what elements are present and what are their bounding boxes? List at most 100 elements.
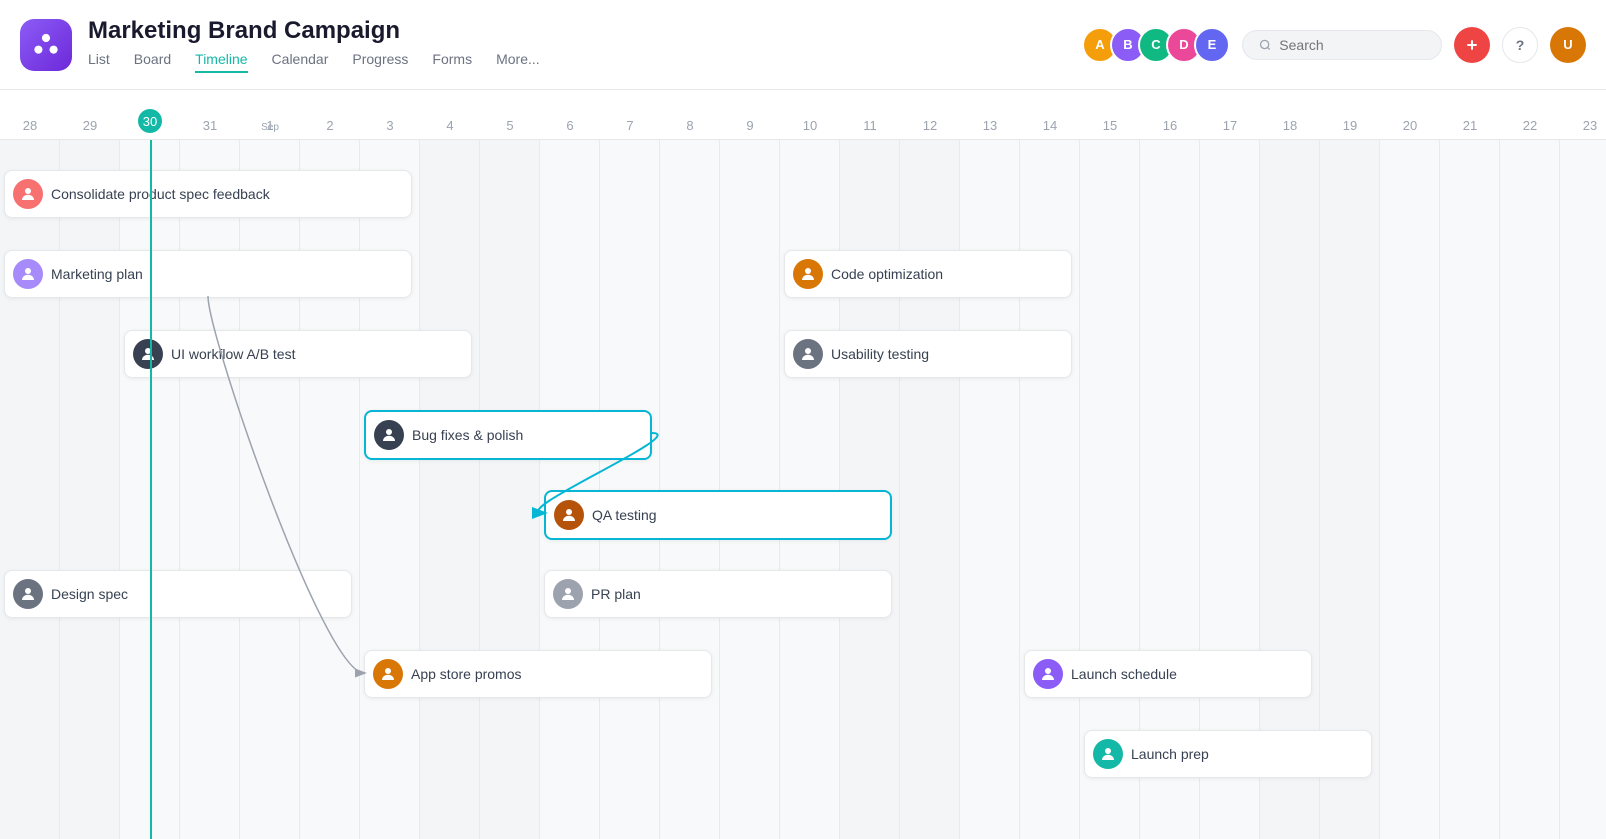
task-card-t4[interactable]: Bug fixes & polish [364,410,652,460]
grid-col-1 [60,140,120,839]
nav-tab-board[interactable]: Board [134,51,171,73]
grid-col-0 [0,140,60,839]
task-avatar-t11 [1033,659,1063,689]
task-avatar-t7 [793,339,823,369]
asana-icon [32,31,60,59]
grid-col-15 [900,140,960,839]
task-card-t3[interactable]: UI workflow A/B test [124,330,472,378]
task-card-t11[interactable]: Launch schedule [1024,650,1312,698]
task-label-t6: Code optimization [831,266,943,282]
date-cell-11: 11 [840,118,900,133]
task-label-t3: UI workflow A/B test [171,346,295,362]
task-card-t7[interactable]: Usability testing [784,330,1072,378]
task-label-t5: QA testing [592,507,657,523]
task-label-t8: Design spec [51,586,128,602]
date-cell-7: 7 [600,118,660,133]
grid-col-5 [300,140,360,839]
grid-col-6 [360,140,420,839]
nav-tab-forms[interactable]: Forms [432,51,472,73]
task-avatar-t10 [373,659,403,689]
date-cell-23: 23 [1560,118,1606,133]
date-cell-14: 14 [1020,118,1080,133]
task-label-t4: Bug fixes & polish [412,427,523,443]
task-card-t1[interactable]: Consolidate product spec feedback [4,170,412,218]
task-avatar-t8 [13,579,43,609]
search-input[interactable] [1279,37,1425,53]
task-card-t2[interactable]: Marketing plan [4,250,412,298]
grid-col-17 [1020,140,1080,839]
date-cell-1: Sep1 [240,118,300,133]
task-card-t6[interactable]: Code optimization [784,250,1072,298]
date-cell-6: 6 [540,118,600,133]
date-cell-20: 20 [1380,118,1440,133]
search-icon [1259,38,1271,52]
search-bar[interactable] [1242,30,1442,60]
date-cell-3: 3 [360,118,420,133]
grid-col-26 [1560,140,1606,839]
task-card-t10[interactable]: App store promos [364,650,712,698]
team-avatar-4[interactable]: E [1194,27,1230,63]
task-card-t5[interactable]: QA testing [544,490,892,540]
nav-tabs: List Board Timeline Calendar Progress Forms Mo… [88,51,1066,73]
add-button[interactable] [1454,27,1490,63]
task-avatar-t2 [13,259,43,289]
user-avatar[interactable]: U [1550,27,1586,63]
date-cell-21: 21 [1440,118,1500,133]
task-card-t12[interactable]: Launch prep [1084,730,1372,778]
task-label-t9: PR plan [591,586,641,602]
task-card-t9[interactable]: PR plan [544,570,892,618]
date-cell-10: 10 [780,118,840,133]
date-cell-12: 12 [900,118,960,133]
date-cell-4: 4 [420,118,480,133]
date-cell-30: 30 [120,109,180,133]
grid-col-16 [960,140,1020,839]
nav-tab-list[interactable]: List [88,51,110,73]
date-ruler: 28293031Sep12345678910111213141516171819… [0,90,1606,140]
date-cell-16: 16 [1140,118,1200,133]
date-cell-18: 18 [1260,118,1320,133]
header: Marketing Brand Campaign List Board Timeli… [0,0,1606,90]
help-button[interactable]: ? [1502,27,1538,63]
grid-col-24 [1440,140,1500,839]
date-cell-9: 9 [720,118,780,133]
task-label-t2: Marketing plan [51,266,143,282]
date-cell-31: 31 [180,118,240,133]
grid-col-3 [180,140,240,839]
nav-tab-more[interactable]: More... [496,51,540,73]
project-title: Marketing Brand Campaign [88,17,1066,45]
date-cell-29: 29 [60,118,120,133]
app-logo[interactable] [20,19,72,71]
task-avatar-t5 [554,500,584,530]
nav-tab-timeline[interactable]: Timeline [195,51,247,73]
date-cell-8: 8 [660,118,720,133]
task-avatar-t9 [553,579,583,609]
date-cell-19: 19 [1320,118,1380,133]
task-card-t8[interactable]: Design spec [4,570,352,618]
grid-col-23 [1380,140,1440,839]
grid-area: Consolidate product spec feedback Market… [0,140,1606,839]
date-cell-5: 5 [480,118,540,133]
nav-tab-calendar[interactable]: Calendar [272,51,329,73]
task-avatar-t3 [133,339,163,369]
date-cell-13: 13 [960,118,1020,133]
task-avatar-t4 [374,420,404,450]
task-avatar-t1 [13,179,43,209]
task-label-t12: Launch prep [1131,746,1209,762]
task-label-t10: App store promos [411,666,522,682]
date-cell-28: 28 [0,118,60,133]
help-label: ? [1516,37,1525,53]
grid-col-7 [420,140,480,839]
today-line [150,140,152,839]
grid-col-8 [480,140,540,839]
header-center: Marketing Brand Campaign List Board Timeli… [88,17,1066,73]
team-avatars: ABCDE [1082,27,1230,63]
plus-icon [1464,37,1480,53]
date-cell-15: 15 [1080,118,1140,133]
date-cell-17: 17 [1200,118,1260,133]
date-cell-2: 2 [300,118,360,133]
nav-tab-progress[interactable]: Progress [352,51,408,73]
user-initials: U [1563,37,1572,52]
grid-col-25 [1500,140,1560,839]
task-avatar-t6 [793,259,823,289]
header-right: ABCDE ? U [1082,27,1586,63]
